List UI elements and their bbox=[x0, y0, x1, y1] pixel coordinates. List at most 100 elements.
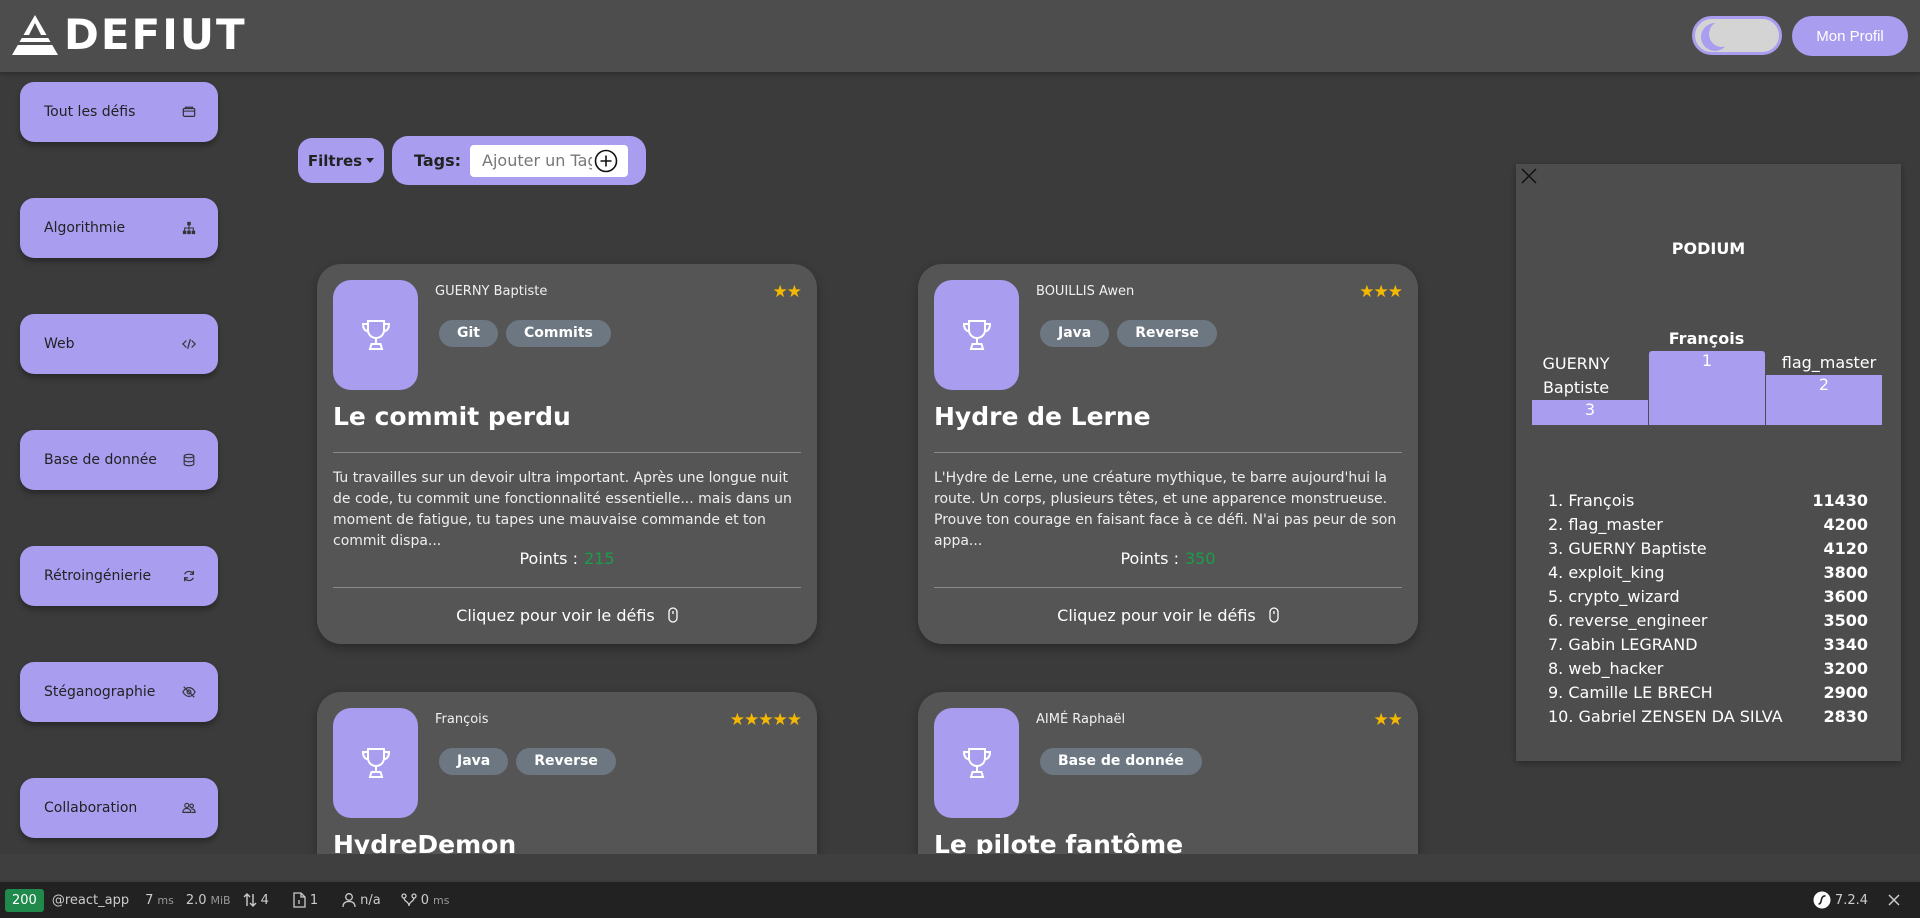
sidebar-item-all-challenges[interactable]: Tout les défis bbox=[20, 82, 218, 142]
challenge-author: BOUILLIS Awen bbox=[1036, 284, 1135, 299]
theme-toggle[interactable] bbox=[1692, 16, 1782, 55]
podium-panel: PODIUM GUERNY Baptiste 3 François 1 flag… bbox=[1516, 164, 1901, 761]
trophy-icon bbox=[962, 748, 991, 778]
tag-badge[interactable]: Java bbox=[439, 748, 509, 775]
challenge-card[interactable]: AIMÉ Raphaël ★★ Base de donnée Le pilote… bbox=[918, 692, 1418, 854]
podium-title: PODIUM bbox=[1671, 239, 1746, 258]
sidebar-item-collaboration[interactable]: Collaboration bbox=[20, 778, 218, 838]
podium-first-rank: 1 bbox=[1701, 351, 1713, 370]
tag-badge[interactable]: Java bbox=[1040, 320, 1110, 347]
challenge-card[interactable]: BOUILLIS Awen ★★★ Java Reverse Hydre de … bbox=[918, 264, 1418, 644]
challenge-title: Hydre de Lerne bbox=[934, 402, 1151, 431]
close-icon[interactable] bbox=[1518, 165, 1540, 187]
events-value: 0 bbox=[420, 892, 430, 908]
user-value: n/a bbox=[360, 892, 381, 908]
challenge-title: Le pilote fantôme bbox=[934, 830, 1184, 854]
ranking-list: 1. François 11430 2. flag_master 4200 3. G… bbox=[1548, 489, 1868, 729]
page-footer bbox=[0, 854, 1920, 880]
ranking-score: 4200 bbox=[1823, 515, 1868, 534]
challenge-author: AIMÉ Raphaël bbox=[1036, 712, 1126, 727]
trophy-icon bbox=[361, 748, 390, 778]
tag-list: Java Reverse bbox=[439, 748, 616, 775]
difficulty-stars: ★★ bbox=[1373, 710, 1404, 730]
divider bbox=[333, 452, 801, 453]
mouse-icon bbox=[668, 607, 678, 623]
ajax-requests[interactable]: 4 bbox=[243, 892, 269, 908]
tags-input[interactable] bbox=[470, 144, 593, 177]
arrows-up-down-icon bbox=[243, 893, 257, 907]
challenge-card[interactable]: François ★★★★★ Java Reverse HydreDemon bbox=[317, 692, 817, 854]
challenge-author: GUERNY Baptiste bbox=[435, 284, 548, 299]
tag-badge[interactable]: Reverse bbox=[1117, 320, 1217, 347]
filters-dropdown-button[interactable]: Filtres bbox=[298, 138, 384, 183]
close-toolbar-icon[interactable] bbox=[1888, 894, 1900, 906]
challenge-description: L'Hydre de Lerne, une créature mythique,… bbox=[934, 470, 1397, 549]
sidebar-item-label: Stéganographie bbox=[44, 684, 156, 700]
ranking-score: 3200 bbox=[1823, 659, 1868, 678]
ranking-player: 8. web_hacker bbox=[1548, 659, 1664, 678]
divider bbox=[934, 587, 1402, 588]
trophy-icon bbox=[962, 320, 991, 350]
tags-filter: Tags: bbox=[392, 136, 646, 185]
trophy-icon bbox=[361, 320, 390, 350]
top-header: DEFIUT Mon Profil bbox=[0, 0, 1920, 72]
view-challenge-label: Cliquez pour voir le défis bbox=[456, 606, 655, 625]
difficulty-stars: ★★★ bbox=[1359, 282, 1403, 302]
view-challenge-link[interactable]: Cliquez pour voir le défis bbox=[918, 606, 1418, 625]
challenge-card[interactable]: GUERNY Baptiste ★★ Git Commits Le commit… bbox=[317, 264, 817, 644]
twig-files[interactable]: 1 bbox=[293, 892, 318, 908]
divider bbox=[333, 587, 801, 588]
events-unit: ms bbox=[433, 893, 450, 907]
tag-badge[interactable]: Commits bbox=[505, 320, 611, 347]
sidebar-item-reverse-engineering[interactable]: Rétroingénierie bbox=[20, 546, 218, 606]
ranking-player: 4. exploit_king bbox=[1548, 563, 1665, 582]
memory-usage[interactable]: 2.0 MiB bbox=[186, 893, 231, 908]
folder-icon bbox=[182, 106, 196, 117]
route-name[interactable]: @react_app bbox=[52, 893, 129, 908]
symfony-version[interactable]: 7.2.4 bbox=[1813, 891, 1868, 909]
file-icon bbox=[293, 892, 306, 908]
add-tag-icon[interactable] bbox=[594, 149, 618, 173]
tag-list: Git Commits bbox=[439, 320, 611, 347]
challenge-description: Tu travailles sur un devoir ultra import… bbox=[333, 470, 792, 549]
view-challenge-link[interactable]: Cliquez pour voir le défis bbox=[317, 606, 817, 625]
people-icon bbox=[182, 802, 196, 813]
ranking-row: 3. GUERNY Baptiste 4120 bbox=[1548, 537, 1868, 561]
request-time-value: 7 bbox=[145, 892, 154, 908]
points-label: Points : bbox=[1120, 549, 1179, 568]
sidebar-item-label: Algorithmie bbox=[44, 220, 126, 236]
logo-triangle-icon bbox=[12, 15, 58, 55]
tag-badge[interactable]: Reverse bbox=[516, 748, 616, 775]
sidebar-item-steganography[interactable]: Stéganographie bbox=[20, 662, 218, 722]
caret-down-icon bbox=[366, 158, 375, 163]
podium-second-step: 2 bbox=[1766, 375, 1882, 425]
ranking-score: 2900 bbox=[1823, 683, 1868, 702]
events[interactable]: 0 ms bbox=[401, 892, 450, 908]
sidebar-item-web[interactable]: Web bbox=[20, 314, 218, 374]
profile-button[interactable]: Mon Profil bbox=[1792, 16, 1908, 56]
tag-badge[interactable]: Git bbox=[439, 320, 498, 347]
hierarchy-icon bbox=[182, 221, 196, 235]
memory-unit: MiB bbox=[210, 893, 231, 907]
ranking-score: 11430 bbox=[1812, 491, 1868, 510]
ranking-score: 4120 bbox=[1823, 539, 1868, 558]
tag-badge[interactable]: Base de donnée bbox=[1040, 748, 1202, 775]
ranking-player: 5. crypto_wizard bbox=[1548, 587, 1680, 606]
request-time[interactable]: 7 ms bbox=[145, 893, 174, 908]
sidebar-item-database[interactable]: Base de donnée bbox=[20, 430, 218, 490]
logo-text: DEFIUT bbox=[64, 10, 247, 59]
ajax-count: 4 bbox=[260, 892, 269, 908]
challenge-title: HydreDemon bbox=[333, 830, 517, 854]
logo[interactable]: DEFIUT bbox=[12, 10, 247, 59]
ranking-score: 3800 bbox=[1823, 563, 1868, 582]
ranking-score: 2830 bbox=[1823, 707, 1868, 726]
tags-label: Tags: bbox=[414, 151, 462, 170]
sidebar-item-algorithmie[interactable]: Algorithmie bbox=[20, 198, 218, 258]
view-challenge-label: Cliquez pour voir le défis bbox=[1057, 606, 1256, 625]
status-code-badge[interactable]: 200 bbox=[5, 888, 44, 912]
ranking-player: 10. Gabriel ZENSEN DA SILVA bbox=[1548, 707, 1783, 726]
points-value: 215 bbox=[584, 549, 615, 568]
security-user[interactable]: n/a bbox=[342, 892, 381, 908]
ranking-score: 3600 bbox=[1823, 587, 1868, 606]
ranking-score: 3500 bbox=[1823, 611, 1868, 630]
